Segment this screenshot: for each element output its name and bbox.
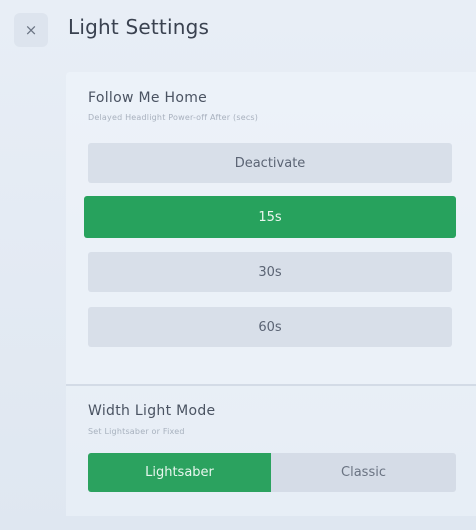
option-15s[interactable]: 15s bbox=[84, 196, 456, 238]
follow-me-home-subtitle: Delayed Headlight Power-off After (secs) bbox=[88, 113, 259, 122]
segment-lightsaber[interactable]: Lightsaber bbox=[88, 453, 271, 492]
close-button[interactable]: × bbox=[14, 13, 48, 47]
width-light-mode-title: Width Light Mode bbox=[88, 403, 216, 419]
option-30s[interactable]: 30s bbox=[88, 252, 452, 292]
segment-classic[interactable]: Classic bbox=[271, 453, 456, 492]
option-deactivate[interactable]: Deactivate bbox=[88, 143, 452, 183]
width-light-mode-subtitle: Set Lightsaber or Fixed bbox=[88, 427, 185, 436]
header-bar: × Light Settings bbox=[0, 0, 476, 66]
follow-me-home-title: Follow Me Home bbox=[88, 90, 208, 106]
page-title: Light Settings bbox=[68, 15, 210, 39]
close-icon: × bbox=[24, 21, 38, 39]
option-60s[interactable]: 60s bbox=[88, 307, 452, 347]
